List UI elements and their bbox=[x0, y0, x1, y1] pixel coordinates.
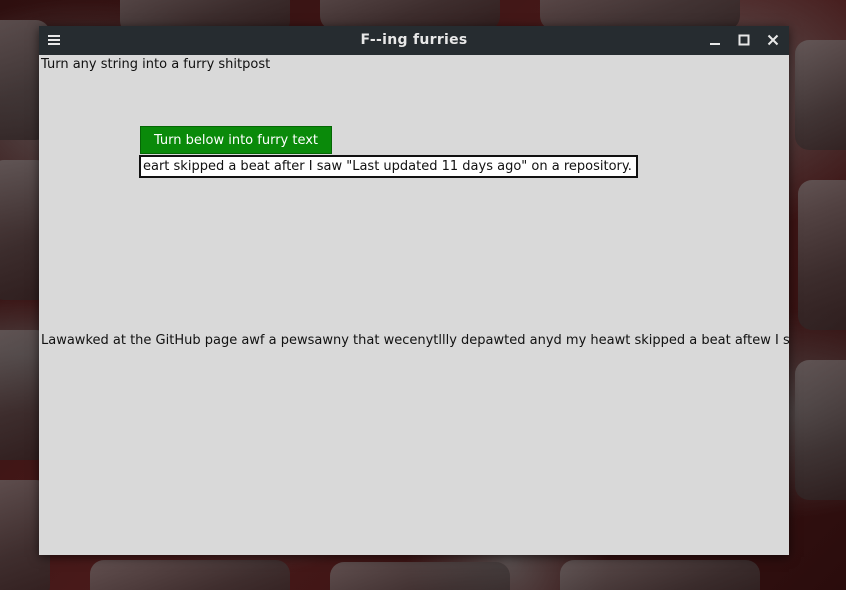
maximize-icon[interactable] bbox=[733, 30, 755, 52]
app-window: F--ing furries Turn any string into a fu… bbox=[39, 26, 789, 555]
desktop-wallpaper-stone bbox=[90, 560, 290, 590]
app-subtitle: Turn any string into a furry shitpost bbox=[41, 57, 271, 72]
window-titlebar[interactable]: F--ing furries bbox=[39, 26, 789, 55]
furry-output-text: Lawawked at the GitHub page awf a pewsaw… bbox=[41, 333, 789, 348]
desktop-wallpaper-stone bbox=[560, 560, 760, 590]
close-icon[interactable] bbox=[762, 30, 784, 52]
desktop-wallpaper-stone bbox=[330, 562, 510, 590]
window-content: Turn any string into a furry shitpost Tu… bbox=[39, 55, 789, 555]
convert-to-furry-button[interactable]: Turn below into furry text bbox=[140, 126, 332, 154]
desktop-wallpaper-stone bbox=[795, 360, 846, 500]
minimize-icon[interactable] bbox=[704, 30, 726, 52]
desktop-wallpaper-stone bbox=[798, 180, 846, 330]
source-text-input[interactable] bbox=[139, 155, 638, 178]
window-title: F--ing furries bbox=[360, 32, 468, 48]
desktop-wallpaper-stone bbox=[795, 40, 846, 150]
